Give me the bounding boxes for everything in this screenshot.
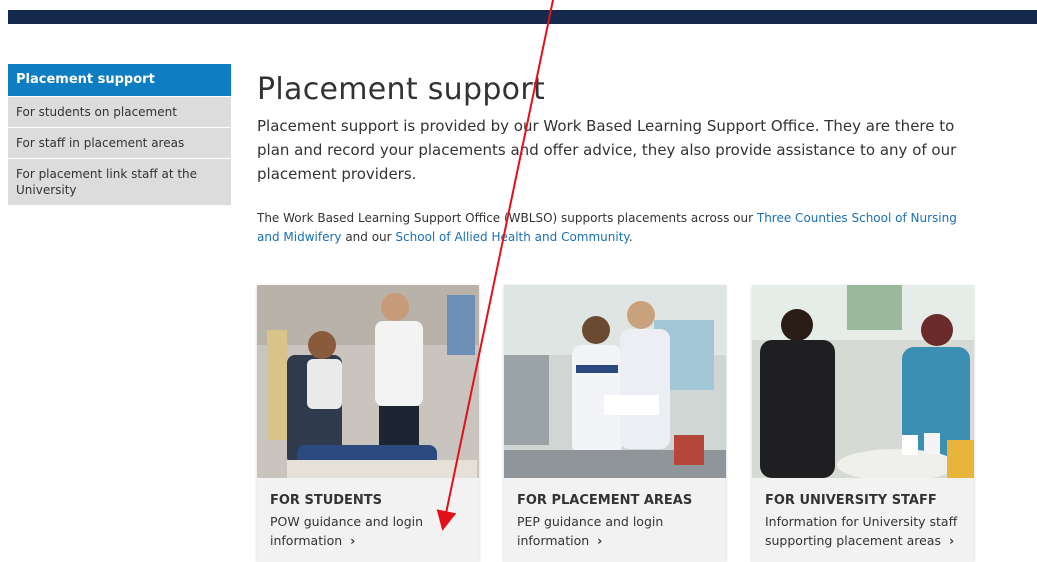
card-for-placement-areas[interactable]: For placement areas PEP guidance and log… [504, 285, 726, 562]
sidebar-item-students-on-placement[interactable]: For students on placement [8, 97, 231, 128]
card-title: For placement areas [517, 493, 693, 508]
site-header-bar [8, 10, 1037, 24]
card-description: POW guidance and login information [270, 514, 424, 548]
card-text: PEP guidance and login information › [517, 512, 713, 550]
placement-areas-photo [504, 285, 726, 478]
card-for-university-staff[interactable]: For university staff Information for Uni… [752, 285, 974, 562]
chevron-right-icon: › [948, 533, 955, 548]
card-description: PEP guidance and login information [517, 514, 664, 548]
sidebar-item-placement-link-staff[interactable]: For placement link staff at the Universi… [8, 159, 231, 206]
university-staff-photo [752, 285, 974, 478]
sidebar-item-staff-placement-areas[interactable]: For staff in placement areas [8, 128, 231, 159]
wblso-text-2: and our [341, 230, 396, 244]
students-photo [257, 285, 479, 478]
card-title: For students [270, 493, 383, 508]
wblso-text-1: The Work Based Learning Support Office (… [257, 211, 757, 225]
card-for-students[interactable]: For students POW guidance and login info… [257, 285, 479, 562]
sidebar-nav: Placement support For students on placem… [8, 64, 231, 206]
card-text: POW guidance and login information › [270, 512, 466, 550]
card-title: For university staff [765, 493, 937, 508]
page-title: Placement support [257, 72, 546, 107]
sidebar-item-placement-support[interactable]: Placement support [8, 64, 231, 97]
allied-health-link[interactable]: School of Allied Health and Community [395, 230, 628, 244]
card-description: Information for University staff support… [765, 514, 958, 548]
card-text: Information for University staff support… [765, 512, 961, 550]
wblso-paragraph: The Work Based Learning Support Office (… [257, 209, 977, 247]
chevron-right-icon: › [350, 533, 356, 548]
chevron-right-icon: › [597, 533, 603, 548]
wblso-text-3: . [628, 230, 633, 244]
main-content: Placement support Placement support is p… [257, 70, 987, 247]
intro-paragraph: Placement support is provided by our Wor… [257, 117, 957, 183]
